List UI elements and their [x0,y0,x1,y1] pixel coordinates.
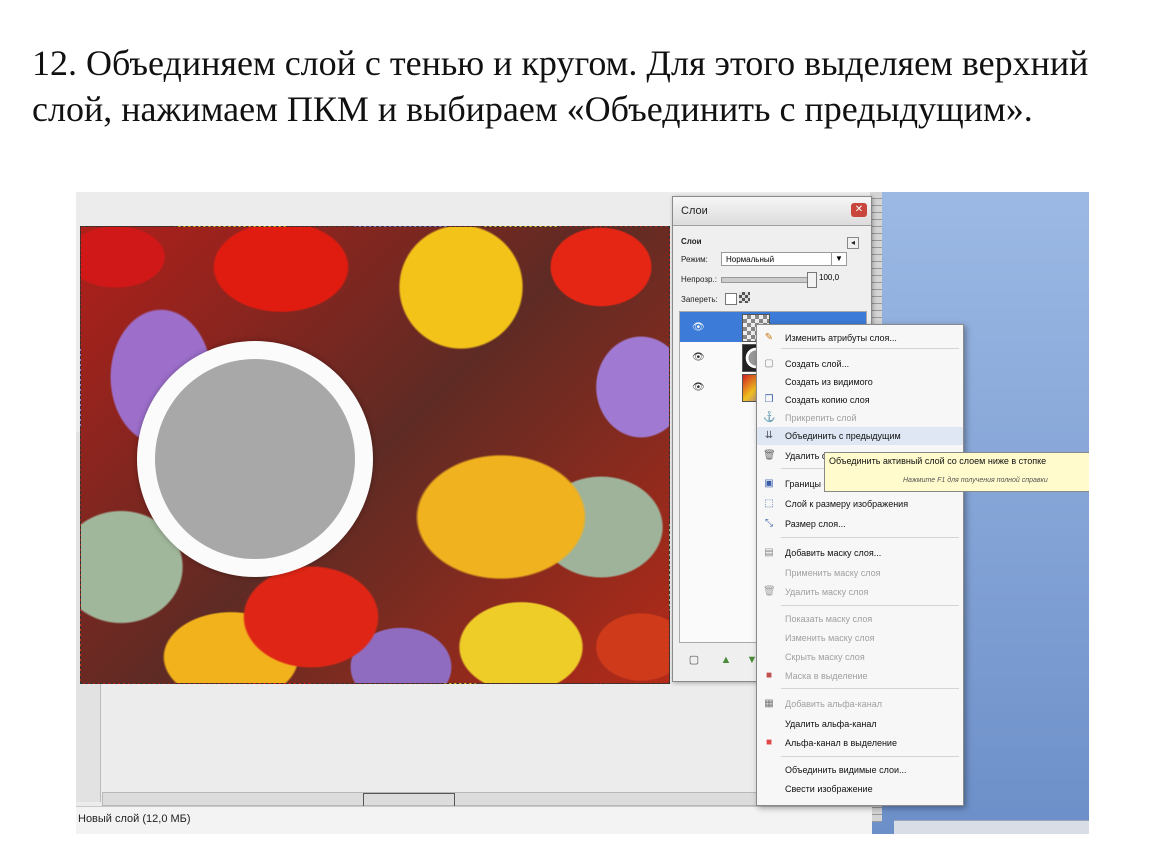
opacity-slider[interactable] [721,272,817,288]
menu-item-flatten-image[interactable]: Свести изображение [757,780,963,798]
office-statusbar [894,820,1089,834]
menu-item-mask-to-selection[interactable]: ■ Маска в выделение [757,667,963,685]
new-layer-icon[interactable]: ▢ [687,653,701,667]
anchor-icon: ⚓ [763,412,776,423]
trash-icon: 🗑 [763,586,776,597]
menu-separator [781,348,959,349]
menu-item-apply-mask[interactable]: Применить маску слоя [757,564,963,582]
screenshot: × ◂ Новый слой (12,0 МБ) Слои ✕ Слои ◂ Р… [76,192,1089,834]
lock-label: Запереть: [681,295,718,304]
layers-header: Слои [681,237,702,246]
eye-icon[interactable]: 👁 [692,352,705,363]
mask-icon: ▤ [764,547,774,558]
menu-item-show-mask[interactable]: Показать маску слоя [757,610,963,628]
trash-icon: 🗑 [763,450,776,461]
menu-item-delete-mask[interactable]: 🗑 Удалить маску слоя [757,583,963,601]
white-circle-frame [137,341,373,577]
instruction-text: 12. Объединяем слой с тенью и кругом. Дл… [32,43,1089,129]
mode-label: Режим: [681,255,708,264]
menu-item-new-from-visible[interactable]: Создать из видимого [757,373,963,391]
tab-menu-icon[interactable]: ◂ [847,237,859,249]
menu-item-edit-attributes[interactable]: ✎ Изменить атрибуты слоя... [757,329,963,347]
opacity-value[interactable]: 100,0 [819,273,839,282]
raise-layer-icon[interactable]: ▲ [719,653,733,667]
menu-item-alpha-to-selection[interactable]: ■ Альфа-канал в выделение [757,734,963,752]
slider-knob[interactable] [807,272,817,288]
menu-item-disable-mask[interactable]: Скрыть маску слоя [757,648,963,666]
status-text: Новый слой (12,0 МБ) [78,813,191,825]
menu-item-merge-down[interactable]: ⇊ Объединить с предыдущим [757,427,963,445]
scale-icon: ⤡ [765,518,773,529]
tooltip-text: Объединить активный слой со слоем ниже в… [829,456,1047,466]
menu-item-scale-layer[interactable]: ⤡ Размер слоя... [757,515,963,533]
scrollbar-thumb[interactable] [363,793,455,807]
menu-item-duplicate-layer[interactable]: ❐ Создать копию слоя [757,391,963,409]
dialog-title-text: Слои [681,205,708,217]
menu-item-add-mask[interactable]: ▤ Добавить маску слоя... [757,544,963,562]
merge-icon: ⇊ [764,430,774,441]
edit-icon: ✎ [764,332,774,343]
chevron-down-icon: ▼ [831,253,846,265]
menu-separator [781,605,959,606]
tooltip: Объединить активный слой со слоем ниже в… [824,452,1089,492]
lock-alpha-icon[interactable] [739,292,750,303]
image-canvas[interactable] [80,226,670,684]
opacity-label: Непрозр.: [681,275,717,284]
menu-item-add-alpha[interactable]: ▦ Добавить альфа-канал [757,695,963,713]
layers-dialog-title: Слои ✕ [673,197,871,226]
boundary-icon: ▣ [764,478,774,489]
menu-item-edit-mask[interactable]: Изменить маску слоя [757,629,963,647]
eye-icon[interactable]: 👁 [692,322,705,333]
menu-separator [781,688,959,689]
close-icon[interactable]: ✕ [851,203,867,217]
alpha-select-icon: ■ [765,737,773,748]
menu-item-merge-visible[interactable]: Объединить видимые слои... [757,761,963,779]
mask-select-icon: ■ [765,670,773,681]
layer-context-menu: ✎ Изменить атрибуты слоя... ▢ Создать сл… [756,324,964,806]
horizontal-scrollbar[interactable] [102,792,864,807]
menu-item-remove-alpha[interactable]: Удалить альфа-канал [757,715,963,733]
lock-pixels-checkbox[interactable] [725,293,737,305]
menu-separator [781,756,959,757]
eye-icon[interactable]: 👁 [692,382,705,393]
gimp-image-window: × ◂ Новый слой (12,0 МБ) Слои ✕ Слои ◂ Р… [76,192,882,834]
gray-circle [155,359,355,559]
tooltip-hint: Нажмите F1 для получения полной справки [903,477,1048,484]
mode-value: Нормальный [726,255,775,264]
status-bar: Новый слой (12,0 МБ) [76,806,872,834]
new-layer-icon: ▢ [764,358,774,369]
fit-icon: ⬚ [764,498,774,509]
menu-item-layer-to-image-size[interactable]: ⬚ Слой к размеру изображения [757,495,963,513]
menu-item-new-layer[interactable]: ▢ Создать слой... [757,355,963,373]
menu-item-anchor-layer[interactable]: ⚓ Прикрепить слой [757,409,963,427]
duplicate-icon: ❐ [764,394,774,405]
menu-separator [781,537,959,538]
alpha-icon: ▦ [764,698,774,709]
mode-select[interactable]: Нормальный ▼ [721,252,847,266]
